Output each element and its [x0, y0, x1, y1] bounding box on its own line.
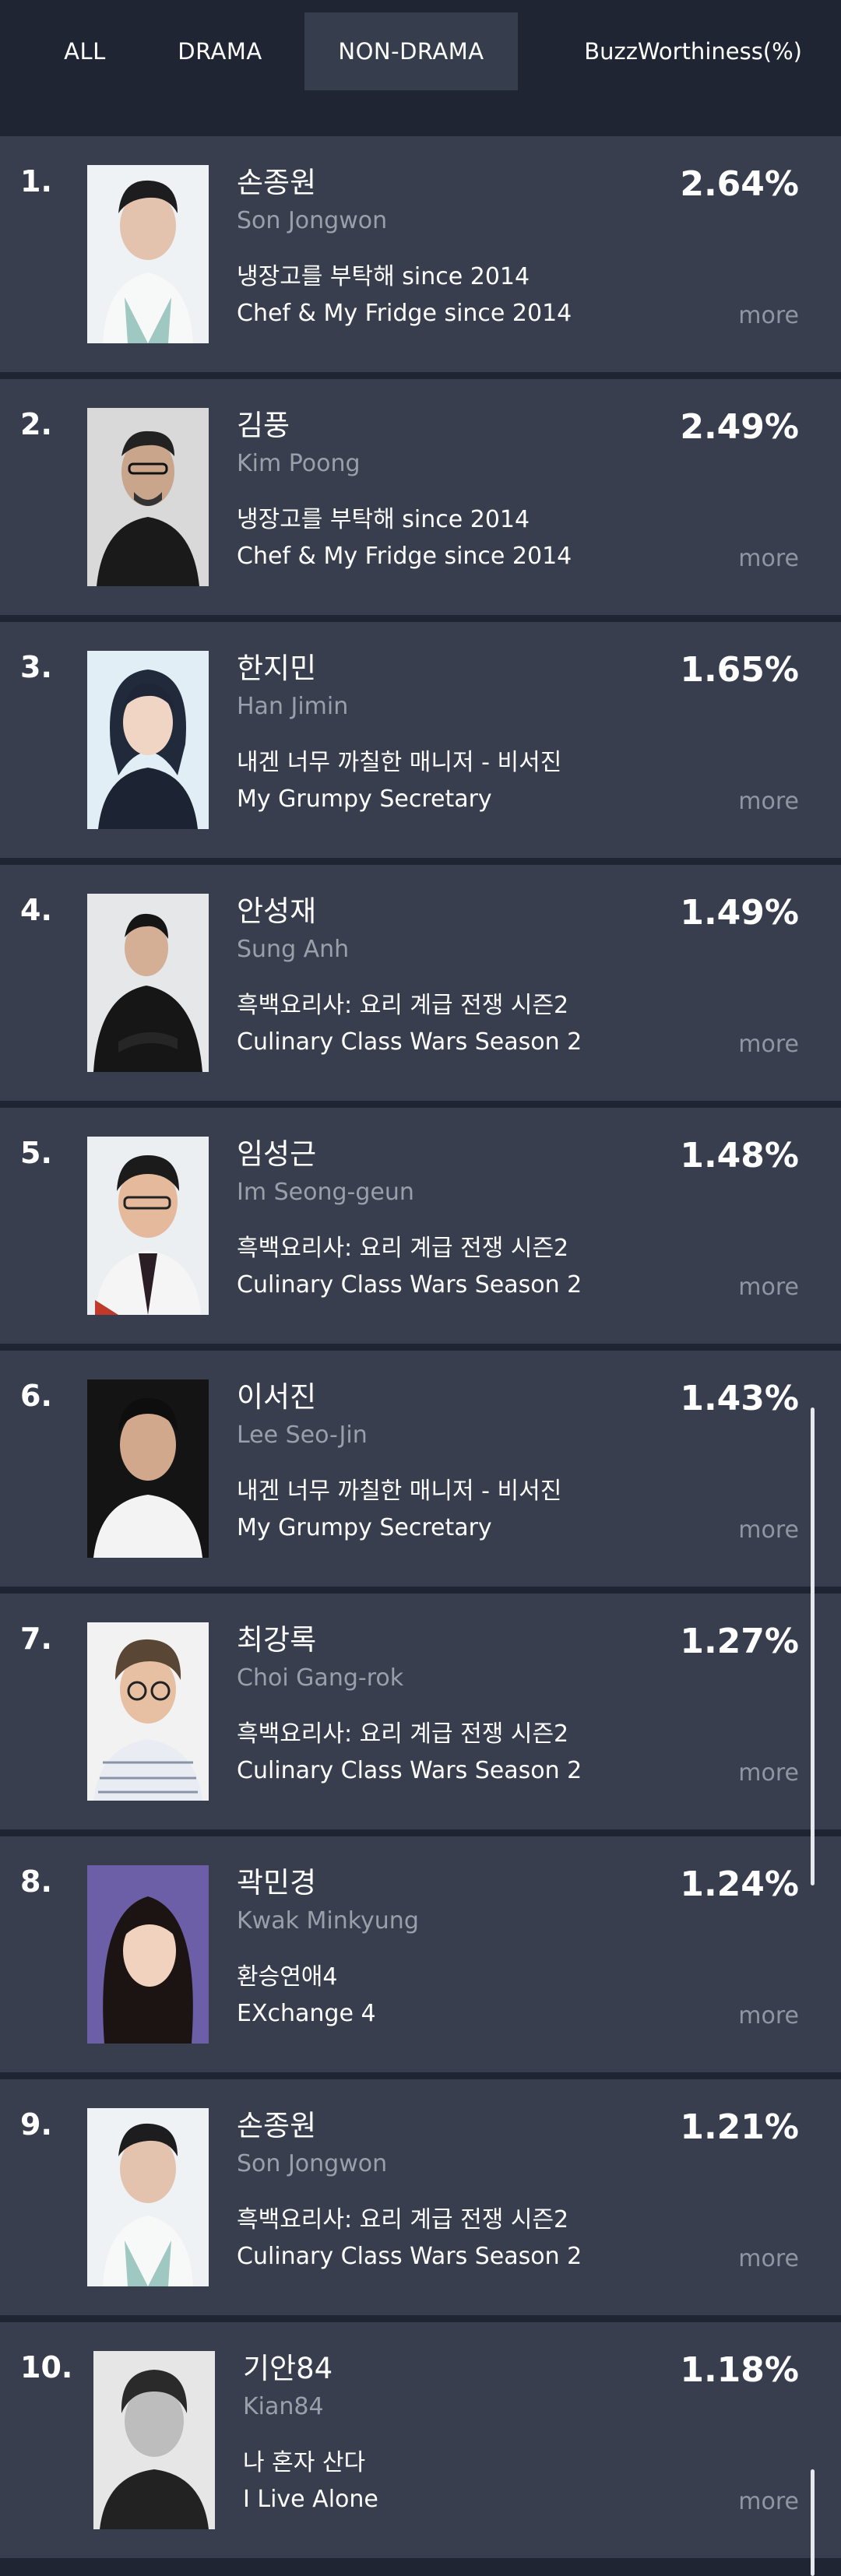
- ranking-row[interactable]: 3. 한지민 Han Jimin 내겐 너무 까칠한 매니저 - 비서진 My …: [0, 622, 841, 858]
- program-title-korean: 내겐 너무 까칠한 매니저 - 비서진: [237, 749, 562, 776]
- tab-drama[interactable]: DRAMA: [156, 12, 284, 90]
- scrollbar-thumb[interactable]: [811, 1407, 815, 1885]
- program-title-korean: 냉장고를 부탁해 since 2014: [237, 506, 530, 533]
- category-tab-bar: ALL DRAMA NON-DRAMA BuzzWorthiness(%): [0, 0, 841, 136]
- person-name-korean: 이서진: [237, 1380, 317, 1414]
- program-title-korean: 환승연애4: [237, 1963, 338, 1991]
- rank-number: 3.: [20, 650, 52, 684]
- person-photo: [87, 165, 209, 343]
- ranking-row[interactable]: 9. 손종원 Son Jongwon 흑백요리사: 요리 계급 전쟁 시즌2 C…: [0, 2079, 841, 2315]
- tab-all[interactable]: ALL: [34, 12, 135, 90]
- person-name-korean: 손종원: [237, 166, 317, 199]
- ranking-row[interactable]: 6. 이서진 Lee Seo-Jin 내겐 너무 까칠한 매니저 - 비서진 M…: [0, 1351, 841, 1587]
- buzz-percentage: 1.49%: [680, 893, 799, 933]
- program-title-english: My Grumpy Secretary: [237, 785, 492, 813]
- person-name-english: Kim Poong: [237, 450, 361, 477]
- buzz-percentage: 2.49%: [680, 407, 799, 447]
- ranking-row[interactable]: 2. 김풍 Kim Poong 냉장고를 부탁해 since 2014 Chef…: [0, 379, 841, 615]
- ranking-row[interactable]: 10. 기안84 Kian84 나 혼자 산다 I Live Alone 1.1…: [0, 2322, 841, 2558]
- program-title-english: Culinary Class Wars Season 2: [237, 1028, 582, 1056]
- person-photo: [87, 1379, 209, 1558]
- buzz-percentage: 1.18%: [680, 2350, 799, 2390]
- more-link[interactable]: more: [738, 1516, 799, 1544]
- more-link[interactable]: more: [738, 2002, 799, 2030]
- person-name-english: Choi Gang-rok: [237, 1664, 404, 1692]
- program-title-english: Culinary Class Wars Season 2: [237, 2243, 582, 2270]
- ranking-row[interactable]: 4. 안성재 Sung Anh 흑백요리사: 요리 계급 전쟁 시즌2 Culi…: [0, 865, 841, 1101]
- person-photo: [87, 408, 209, 586]
- person-photo: [87, 894, 209, 1072]
- program-title-korean: 흑백요리사: 요리 계급 전쟁 시즌2: [237, 992, 569, 1019]
- program-title-english: I Live Alone: [243, 2486, 378, 2513]
- program-title-english: Chef & My Fridge since 2014: [237, 300, 572, 327]
- person-name-korean: 손종원: [237, 2109, 317, 2142]
- rank-number: 1.: [20, 164, 52, 199]
- program-title-english: Chef & My Fridge since 2014: [237, 543, 572, 570]
- rank-number: 7.: [20, 1622, 52, 1656]
- person-name-korean: 곽민경: [237, 1866, 317, 1899]
- person-name-english: Son Jongwon: [237, 207, 388, 234]
- rank-number: 8.: [20, 1864, 52, 1899]
- more-link[interactable]: more: [738, 2488, 799, 2515]
- more-link[interactable]: more: [738, 788, 799, 815]
- person-name-english: Im Seong-geun: [237, 1179, 414, 1206]
- program-title-korean: 흑백요리사: 요리 계급 전쟁 시즌2: [237, 2206, 569, 2233]
- person-name-english: Kian84: [243, 2393, 324, 2420]
- rank-number: 2.: [20, 407, 52, 441]
- buzz-percentage: 2.64%: [680, 164, 799, 204]
- person-photo: [87, 651, 209, 829]
- ranking-row[interactable]: 1. 손종원 Son Jongwon 냉장고를 부탁해 since 2014 C…: [0, 136, 841, 372]
- ranking-row[interactable]: 7. 최강록 Choi Gang-rok 흑백요리사: 요리 계급 전쟁 시즌2…: [0, 1594, 841, 1829]
- more-link[interactable]: more: [738, 1759, 799, 1787]
- ranking-row[interactable]: 8. 곽민경 Kwak Minkyung 환승연애4 EXchange 4 1.…: [0, 1836, 841, 2072]
- buzz-percentage: 1.27%: [680, 1622, 799, 1661]
- buzz-percentage: 1.43%: [680, 1379, 799, 1418]
- person-name-korean: 안성재: [237, 894, 317, 928]
- more-link[interactable]: more: [738, 1274, 799, 1301]
- buzz-percentage: 1.24%: [680, 1864, 799, 1904]
- program-title-korean: 흑백요리사: 요리 계급 전쟁 시즌2: [237, 1235, 569, 1262]
- person-name-korean: 김풍: [237, 409, 290, 442]
- rank-number: 5.: [20, 1136, 52, 1170]
- person-name-korean: 기안84: [243, 2352, 333, 2385]
- more-link[interactable]: more: [738, 2245, 799, 2272]
- person-name-korean: 임성근: [237, 1137, 317, 1171]
- metric-label: BuzzWorthiness(%): [584, 38, 802, 65]
- person-name-korean: 최강록: [237, 1623, 317, 1657]
- person-photo: [87, 2108, 209, 2286]
- ranking-row[interactable]: 5. 임성근 Im Seong-geun 흑백요리사: 요리 계급 전쟁 시즌2…: [0, 1108, 841, 1344]
- program-title-korean: 나 혼자 산다: [243, 2449, 366, 2476]
- program-title-english: EXchange 4: [237, 2000, 376, 2027]
- person-photo: [87, 1137, 209, 1315]
- rank-number: 9.: [20, 2107, 52, 2142]
- person-photo: [87, 1622, 209, 1801]
- program-title-korean: 내겐 너무 까칠한 매니저 - 비서진: [237, 1478, 562, 1505]
- program-title-english: Culinary Class Wars Season 2: [237, 1757, 582, 1784]
- program-title-english: My Grumpy Secretary: [237, 1514, 492, 1541]
- scrollbar-thumb-secondary[interactable]: [811, 2469, 815, 2576]
- program-title-english: Culinary Class Wars Season 2: [237, 1271, 582, 1299]
- rank-number: 6.: [20, 1379, 52, 1413]
- person-name-english: Sung Anh: [237, 936, 350, 963]
- rank-number: 10.: [20, 2350, 73, 2384]
- buzz-percentage: 1.65%: [680, 650, 799, 690]
- rank-number: 4.: [20, 893, 52, 927]
- tab-non-drama[interactable]: NON-DRAMA: [304, 12, 518, 90]
- person-name-korean: 한지민: [237, 652, 317, 685]
- more-link[interactable]: more: [738, 1031, 799, 1058]
- person-name-english: Son Jongwon: [237, 2150, 388, 2177]
- more-link[interactable]: more: [738, 302, 799, 329]
- more-link[interactable]: more: [738, 545, 799, 572]
- person-name-english: Lee Seo-Jin: [237, 1422, 368, 1449]
- person-photo: [87, 1865, 209, 2044]
- program-title-korean: 냉장고를 부탁해 since 2014: [237, 263, 530, 290]
- person-name-english: Kwak Minkyung: [237, 1907, 419, 1935]
- program-title-korean: 흑백요리사: 요리 계급 전쟁 시즌2: [237, 1720, 569, 1748]
- buzz-percentage: 1.21%: [680, 2107, 799, 2147]
- person-name-english: Han Jimin: [237, 693, 349, 720]
- person-photo: [93, 2351, 215, 2529]
- buzz-percentage: 1.48%: [680, 1136, 799, 1176]
